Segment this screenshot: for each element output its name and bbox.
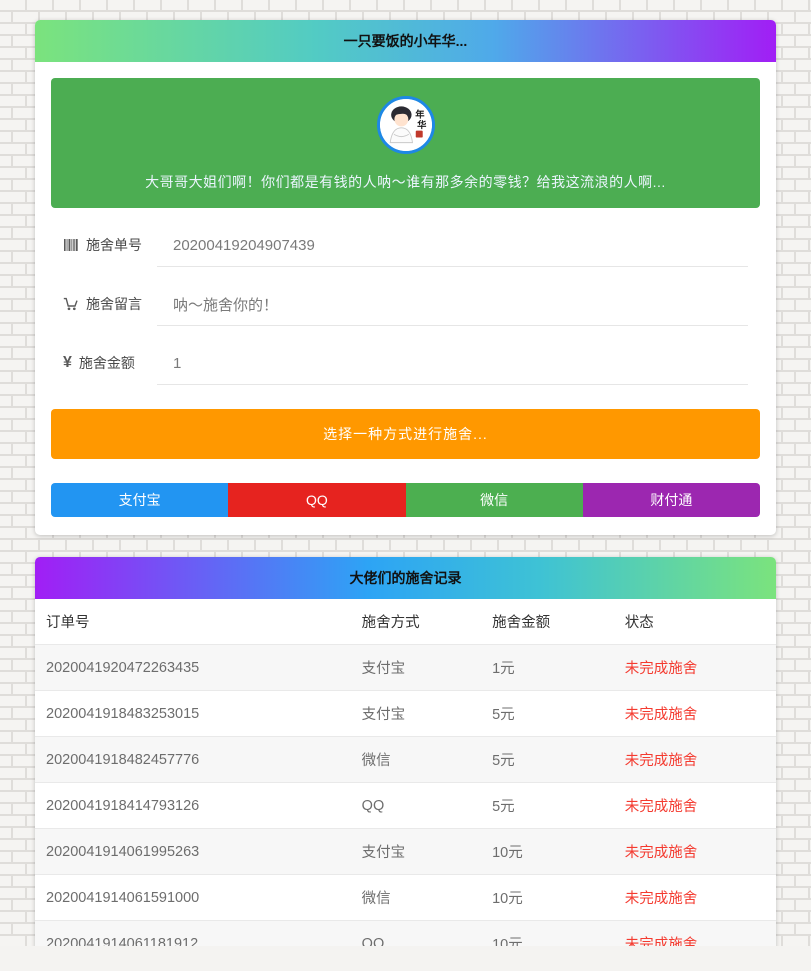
header-order-number: 订单号 [35,599,351,645]
yuan-icon: ¥ [63,356,72,370]
status-cell: 未完成施舍 [614,875,776,921]
table-row: 2020041914061995263 支付宝 10元 未完成施舍 [35,829,776,875]
order-number-cell: 2020041918483253015 [35,691,351,737]
table-row: 2020041914061591000 微信 10元 未完成施舍 [35,875,776,921]
header-method: 施舍方式 [351,599,481,645]
beggar-message: 大哥哥大姐们啊！你们都是有钱的人呐～谁有那多余的零钱？给我这流浪的人啊... [71,172,740,192]
table-header-row: 订单号 施舍方式 施舍金额 状态 [35,599,776,645]
order-number-cell: 2020041918482457776 [35,737,351,783]
page-content: 一只要饭的小年华... 年 华 大哥哥大姐们啊！ [35,20,776,971]
status-cell: 未完成施舍 [614,691,776,737]
method-cell: 支付宝 [351,691,481,737]
donation-card: 一只要饭的小年华... 年 华 大哥哥大姐们啊！ [35,20,776,535]
pay-button-wechat[interactable]: 微信 [406,483,583,517]
order-number-label: 施舍单号 [63,235,157,267]
status-cell: 未完成施舍 [614,645,776,691]
order-number-field-row: 施舍单号 [63,235,748,267]
amount-cell: 5元 [481,691,614,737]
avatar: 年 华 [377,96,435,154]
amount-input[interactable] [157,355,748,385]
beggar-banner: 年 华 大哥哥大姐们啊！你们都是有钱的人呐～谁有那多余的零钱？给我这流浪的人啊.… [51,78,760,208]
cart-icon [63,297,79,311]
status-cell: 未完成施舍 [614,737,776,783]
choose-method-button[interactable]: 选择一种方式进行施舍... [51,409,760,459]
order-number-cell: 2020041914061591000 [35,875,351,921]
order-number-cell: 2020041918414793126 [35,783,351,829]
method-cell: QQ [351,783,481,829]
svg-text:华: 华 [417,119,426,130]
donation-form: 施舍单号 施舍留言 [51,235,760,385]
donation-records-table: 订单号 施舍方式 施舍金额 状态 2020041920472263435 支付宝… [35,599,776,971]
table-row: 2020041918482457776 微信 5元 未完成施舍 [35,737,776,783]
pay-button-alipay[interactable]: 支付宝 [51,483,228,517]
table-row: 2020041920472263435 支付宝 1元 未完成施舍 [35,645,776,691]
amount-label: ¥ 施舍金额 [63,353,157,385]
table-row: 2020041918414793126 QQ 5元 未完成施舍 [35,783,776,829]
status-cell: 未完成施舍 [614,829,776,875]
method-cell: 微信 [351,875,481,921]
order-number-cell: 2020041914061995263 [35,829,351,875]
avatar-illustration: 年 华 [380,99,432,151]
svg-text:年: 年 [415,109,425,120]
order-number-input[interactable] [157,237,748,267]
amount-cell: 5元 [481,737,614,783]
donation-card-title: 一只要饭的小年华... [35,20,776,62]
message-field-row: 施舍留言 [63,294,748,326]
header-status: 状态 [614,599,776,645]
barcode-icon [63,238,79,252]
table-row: 2020041918483253015 支付宝 5元 未完成施舍 [35,691,776,737]
status-cell: 未完成施舍 [614,783,776,829]
amount-cell: 10元 [481,875,614,921]
amount-cell: 1元 [481,645,614,691]
order-number-cell: 2020041920472263435 [35,645,351,691]
message-label: 施舍留言 [63,294,157,326]
amount-cell: 10元 [481,829,614,875]
records-card: 大佬们的施舍记录 订单号 施舍方式 施舍金额 状态 20200419204722… [35,557,776,971]
method-cell: 支付宝 [351,829,481,875]
pay-button-tenpay[interactable]: 财付通 [583,483,760,517]
page-bottom-strip [0,946,811,971]
amount-field-row: ¥ 施舍金额 [63,353,748,385]
method-cell: 支付宝 [351,645,481,691]
header-amount: 施舍金额 [481,599,614,645]
payment-method-group: 支付宝 QQ 微信 财付通 [51,483,760,517]
message-input[interactable] [157,296,748,326]
records-table-body: 2020041920472263435 支付宝 1元 未完成施舍 2020041… [35,645,776,971]
method-cell: 微信 [351,737,481,783]
records-card-title: 大佬们的施舍记录 [35,557,776,599]
amount-cell: 5元 [481,783,614,829]
pay-button-qq[interactable]: QQ [228,483,405,517]
